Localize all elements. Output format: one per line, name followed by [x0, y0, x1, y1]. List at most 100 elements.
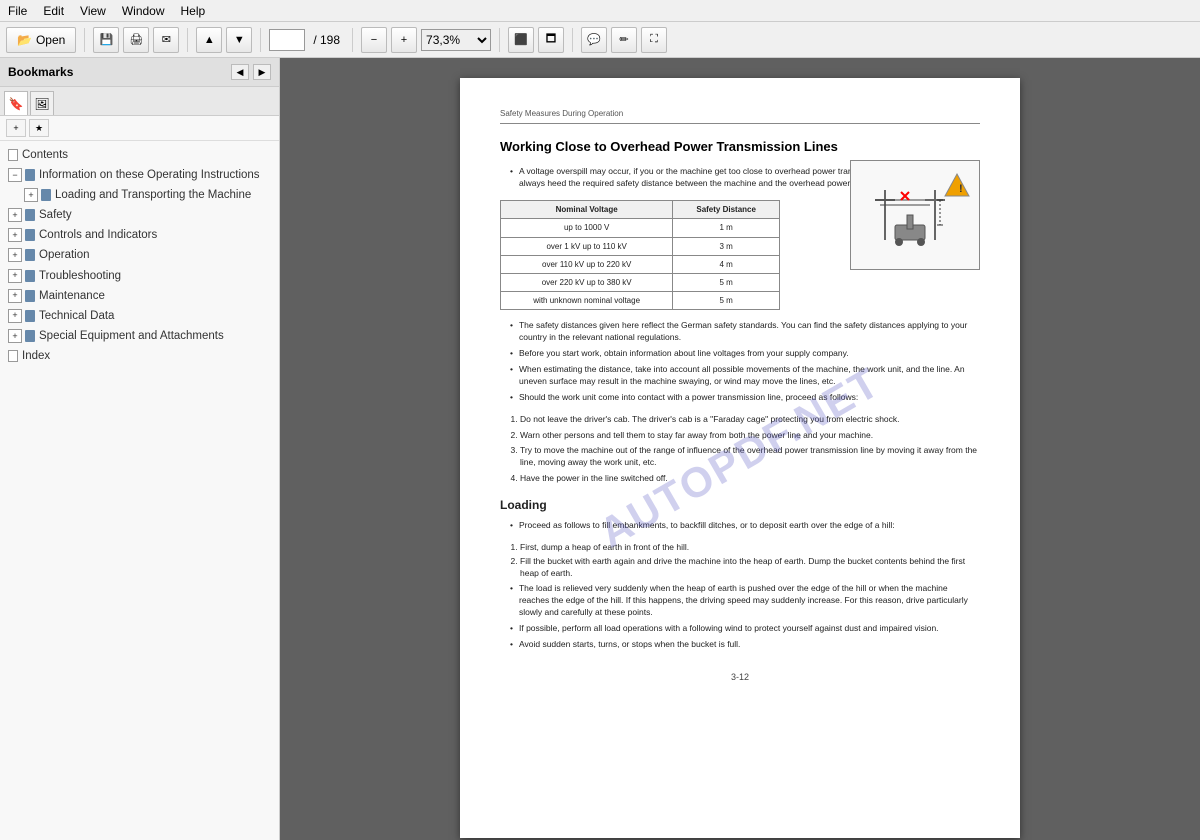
page-input[interactable]: 38 — [269, 29, 305, 51]
bullet-text-5: Should the work unit come into contact w… — [519, 392, 858, 404]
menu-view[interactable]: View — [80, 4, 106, 18]
book-icon-loading — [41, 189, 51, 201]
next-page-button[interactable]: ▼ — [226, 27, 252, 53]
page-number: 3-12 — [500, 671, 980, 684]
prev-page-button[interactable]: ▲ — [196, 27, 222, 53]
voltage-table-body: up to 1000 V1 mover 1 kV up to 110 kV3 m… — [501, 219, 780, 310]
toggle-technical-data[interactable]: + — [8, 309, 22, 323]
book-icon-troubleshooting — [25, 270, 35, 282]
numbered-item-2: Warn other persons and tell them to stay… — [520, 430, 980, 442]
book-icon-safety — [25, 209, 35, 221]
bullet-item-5: Should the work unit come into contact w… — [500, 392, 980, 404]
sidebar-item-technical-data[interactable]: + Technical Data — [0, 306, 279, 326]
pdf-page: AUTOPDF.NET Safety Measures During Opera… — [460, 78, 1020, 838]
toolbar: 📂 Open 💾 🖨 ✉ ▲ ▼ 38 / 198 − + 50% 75% 73… — [0, 22, 1200, 58]
sidebar-item-safety[interactable]: + Safety — [0, 205, 279, 225]
bullet-item-4: When estimating the distance, take into … — [500, 364, 980, 388]
loading-bullet-text-2: The load is relieved very suddenly when … — [519, 583, 980, 619]
sidebar-item-troubleshooting[interactable]: + Troubleshooting — [0, 266, 279, 286]
fit-width-button[interactable]: ⬛ — [508, 27, 534, 53]
toggle-controls[interactable]: + — [8, 228, 22, 242]
print-button[interactable]: 🖨 — [123, 27, 149, 53]
table-header-voltage: Nominal Voltage — [501, 201, 673, 219]
sidebar-item-maintenance[interactable]: + Maintenance — [0, 286, 279, 306]
separator-3 — [260, 28, 261, 52]
loading-sub-list: First, dump a heap of earth in front of … — [500, 542, 980, 580]
sidebar-item-index[interactable]: Index — [0, 346, 279, 366]
table-cell-voltage: over 1 kV up to 110 kV — [501, 237, 673, 255]
separator-2 — [187, 28, 188, 52]
menu-window[interactable]: Window — [122, 4, 165, 18]
bullet-text-4: When estimating the distance, take into … — [519, 364, 980, 388]
tab-bookmarks[interactable]: 🔖 — [4, 91, 28, 115]
sidebar-item-controls[interactable]: + Controls and Indicators — [0, 225, 279, 245]
book-icon-controls — [25, 229, 35, 241]
loading-bullet-3: If possible, perform all load operations… — [500, 623, 980, 635]
loading-bullet-text-1: Proceed as follows to fill embankments, … — [519, 520, 895, 532]
sidebar-label-operation: Operation — [39, 247, 275, 263]
table-cell-distance: 5 m — [673, 273, 780, 291]
book-icon-technical-data — [25, 310, 35, 322]
toggle-troubleshooting[interactable]: + — [8, 269, 22, 283]
sidebar-label-index: Index — [22, 348, 275, 364]
sidebar-item-special-equip[interactable]: + Special Equipment and Attachments — [0, 326, 279, 346]
numbered-item-4: Have the power in the line switched off. — [520, 473, 980, 485]
zoom-select[interactable]: 50% 75% 73,3% 100% 125% 150% 200% — [421, 29, 491, 51]
sidebar-label-special-equip: Special Equipment and Attachments — [39, 328, 275, 344]
page-icon-contents — [8, 149, 18, 161]
markup-button[interactable]: ✏ — [611, 27, 637, 53]
menu-help[interactable]: Help — [181, 4, 206, 18]
toggle-operation[interactable]: + — [8, 248, 22, 262]
comment-button[interactable]: 💬 — [581, 27, 607, 53]
powerline-illustration: ! — [855, 170, 975, 260]
book-icon-info-ops — [25, 169, 35, 181]
fullscreen-button[interactable]: ⛶ — [641, 27, 667, 53]
open-button[interactable]: 📂 Open — [6, 27, 76, 53]
table-cell-voltage: over 110 kV up to 220 kV — [501, 255, 673, 273]
toggle-safety[interactable]: + — [8, 208, 22, 222]
zoom-in-button[interactable]: + — [391, 27, 417, 53]
menu-edit[interactable]: Edit — [43, 4, 64, 18]
bullet-text-3: Before you start work, obtain informatio… — [519, 348, 849, 360]
warning-image: ! — [850, 160, 980, 270]
sidebar-add-bookmark[interactable]: ★ — [29, 119, 49, 137]
email-button[interactable]: ✉ — [153, 27, 179, 53]
sidebar-item-contents[interactable]: Contents — [0, 145, 279, 165]
sidebar-collapse-button[interactable]: ◀ — [231, 64, 249, 80]
page-icon-index — [8, 350, 18, 362]
toggle-maintenance[interactable]: + — [8, 289, 22, 303]
sidebar-toolbar: + ★ — [0, 116, 279, 141]
sidebar-label-troubleshooting: Troubleshooting — [39, 268, 275, 284]
zoom-out-button[interactable]: − — [361, 27, 387, 53]
sidebar-item-operation[interactable]: + Operation — [0, 245, 279, 265]
toggle-loading[interactable]: + — [24, 188, 38, 202]
table-cell-distance: 1 m — [673, 219, 780, 237]
table-cell-distance: 3 m — [673, 237, 780, 255]
toggle-info-ops[interactable]: − — [8, 168, 22, 182]
fit-page-button[interactable]: 🗖 — [538, 27, 564, 53]
separator-4 — [352, 28, 353, 52]
table-row: over 1 kV up to 110 kV3 m — [501, 237, 780, 255]
folder-icon: 📂 — [17, 33, 32, 47]
sidebar-label-maintenance: Maintenance — [39, 288, 275, 304]
toggle-special-equip[interactable]: + — [8, 329, 22, 343]
sidebar-item-loading[interactable]: + Loading and Transporting the Machine — [0, 185, 279, 205]
sidebar-expand-button[interactable]: ▶ — [253, 64, 271, 80]
menu-file[interactable]: File — [8, 4, 27, 18]
sidebar-label-technical-data: Technical Data — [39, 308, 275, 324]
table-row: with unknown nominal voltage5 m — [501, 292, 780, 310]
section2-title: Loading — [500, 497, 980, 514]
numbered-item-1: Do not leave the driver's cab. The drive… — [520, 414, 980, 426]
loading-sub-item-2: Fill the bucket with earth again and dri… — [520, 556, 980, 580]
numbered-list: Do not leave the driver's cab. The drive… — [500, 414, 980, 485]
sidebar-content: Contents − Information on these Operatin… — [0, 141, 279, 840]
tab-thumbs[interactable]: 🖼 — [30, 91, 54, 115]
sidebar-label-contents: Contents — [22, 147, 275, 163]
svg-text:!: ! — [959, 183, 963, 195]
sidebar-item-info-ops[interactable]: − Information on these Operating Instruc… — [0, 165, 279, 185]
sidebar: Bookmarks ◀ ▶ 🔖 🖼 + ★ Contents − Info — [0, 58, 280, 840]
bullet-item-2: The safety distances given here reflect … — [500, 320, 980, 344]
voltage-table: Nominal Voltage Safety Distance up to 10… — [500, 200, 780, 310]
sidebar-expand-all[interactable]: + — [6, 119, 26, 137]
save-button[interactable]: 💾 — [93, 27, 119, 53]
